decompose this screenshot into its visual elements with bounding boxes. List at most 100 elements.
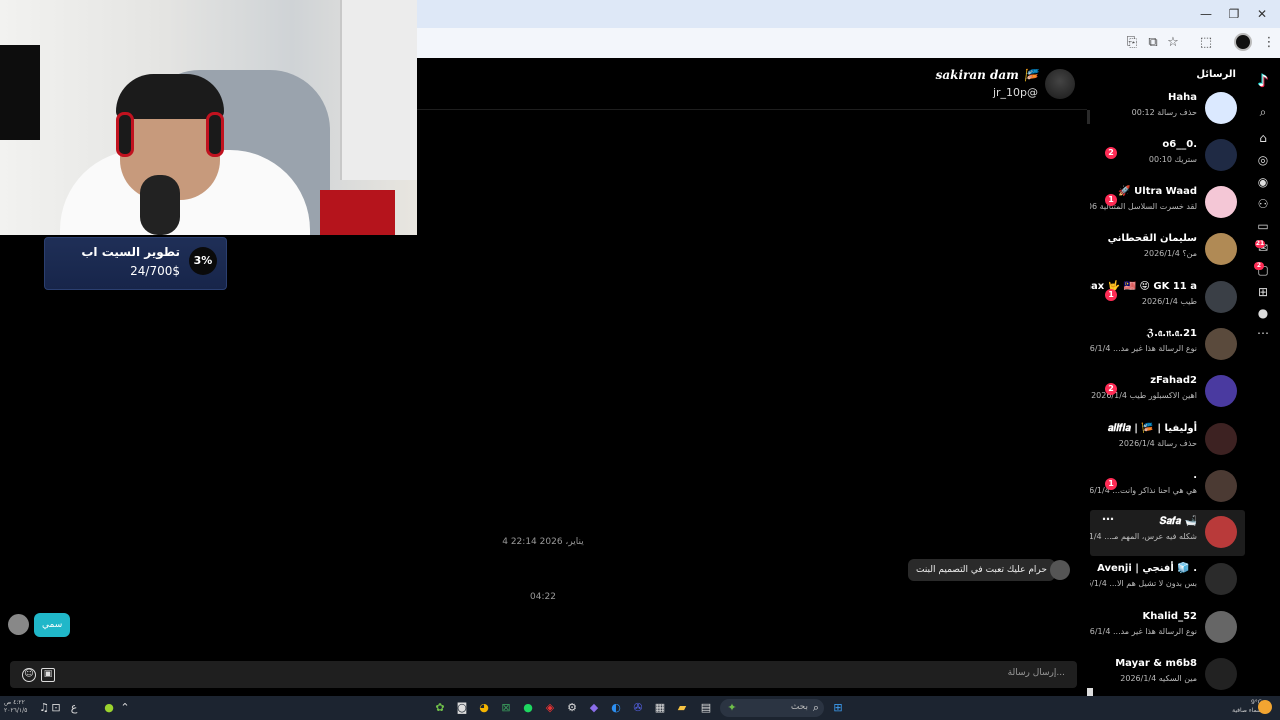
conversation-avatar[interactable]: [1205, 423, 1237, 455]
menu-dots-icon[interactable]: ⋮: [1259, 33, 1279, 53]
upload-icon[interactable]: ⊞: [1254, 283, 1272, 301]
taskbar-files-icon[interactable]: ▰: [674, 700, 690, 716]
cast-icon[interactable]: ⧉: [1143, 33, 1163, 53]
taskbar-xbox-icon[interactable]: ⊠: [498, 700, 514, 716]
tray-chevron-icon[interactable]: ⌃: [117, 700, 133, 716]
taskbar-notepad-icon[interactable]: ▤: [698, 700, 714, 716]
messages-badge: 2: [1254, 262, 1264, 270]
conversation-item[interactable]: max 🤟 🇲🇾 😝 GK 11 a طيب 2026/1/4 1: [1090, 275, 1245, 321]
weather-temp: 9°C: [1250, 699, 1262, 706]
explore-icon[interactable]: ◎: [1254, 151, 1272, 169]
emoji-icon[interactable]: ☺: [22, 668, 36, 682]
conversation-options-icon[interactable]: ⋯: [1102, 512, 1114, 526]
conversation-item[interactable]: 🚀 Ultra Waadلقد خسرت السلاسل المتتالية 0…: [1090, 180, 1245, 226]
conversation-preview: من؟ 2026/1/4: [1143, 249, 1197, 258]
taskbar-clock[interactable]: ٤:٢٢ ص ٢٠٢٦/١/٥: [4, 699, 38, 715]
taskbar-spotify-icon[interactable]: ●: [520, 700, 536, 716]
conversation-name: سليمان القحطاني: [1107, 233, 1197, 244]
webcam-monitor: [0, 45, 40, 140]
translate-icon[interactable]: ⎘: [1122, 33, 1142, 53]
taskbar-app2-icon[interactable]: ◈: [542, 700, 558, 716]
network-icon[interactable]: ⊡: [48, 700, 64, 716]
close-icon[interactable]: ✕: [1248, 4, 1276, 24]
maximize-icon[interactable]: ❐: [1220, 4, 1248, 24]
date-separator: 4 يناير، 2026 22:14: [502, 537, 584, 547]
conversation-avatar[interactable]: [1205, 139, 1237, 171]
messages-title: الرسائل: [1196, 69, 1236, 80]
conversation-avatar[interactable]: [1205, 375, 1237, 407]
chat-header-divider: [417, 109, 1087, 110]
search-icon[interactable]: ⌕: [1254, 103, 1272, 121]
tiktok-logo-icon[interactable]: ♪: [1254, 71, 1272, 90]
conversation-item[interactable]: سليمان القحطاني من؟ 2026/1/4: [1090, 227, 1245, 273]
profile-avatar[interactable]: [1234, 33, 1252, 51]
conversation-avatar[interactable]: [1205, 611, 1237, 643]
taskbar-edge-icon[interactable]: ◐: [608, 700, 624, 716]
taskbar-discord-icon[interactable]: ✇: [630, 700, 646, 716]
home-icon[interactable]: ⌂: [1254, 129, 1272, 147]
taskbar-app-icon[interactable]: ✿: [432, 700, 448, 716]
incoming-message-bubble[interactable]: حرام عليك تعبت في التصميم البنت: [908, 559, 1055, 581]
conversation-item[interactable]: Mayar & m6b8 مين السكيه 2026/1/4: [1090, 652, 1245, 698]
conversation-item[interactable]: Haha حذف رسالة 00:12: [1090, 86, 1245, 132]
chat-header-name[interactable]: sakiran dam 🎏: [870, 68, 1038, 82]
conversation-name: ℨ.𝔞.𝔫.𝔞.21: [1146, 328, 1197, 339]
image-upload-icon[interactable]: ▣: [41, 668, 55, 682]
conversation-item[interactable]: o6__0. ستريك 00:10 2: [1090, 133, 1245, 179]
conversation-item[interactable]: 𝑺𝒂𝒇𝒂 🛁شكله فيه عرس، المهم مـ... 2026/1/4…: [1090, 510, 1245, 556]
conversation-name: Khalid_52: [1142, 611, 1197, 622]
conversation-avatar[interactable]: [1205, 470, 1237, 502]
conversation-avatar[interactable]: [1205, 563, 1237, 595]
taskbar-search-icon[interactable]: ⌕: [808, 700, 824, 716]
list-scrollbar[interactable]: [1087, 688, 1093, 696]
conversation-avatar[interactable]: [1205, 281, 1237, 313]
taskbar-chrome-icon[interactable]: ◕: [476, 700, 492, 716]
outgoing-message-bubble[interactable]: سمي: [34, 613, 71, 637]
unread-badge: 1: [1105, 478, 1117, 490]
more-icon[interactable]: ⋯: [1254, 324, 1272, 342]
conversation-avatar[interactable]: [1205, 658, 1237, 690]
start-icon[interactable]: ⊞: [830, 700, 846, 716]
headset-right: [206, 112, 224, 157]
live-globe-icon[interactable]: ◉: [1254, 173, 1272, 191]
conversation-avatar[interactable]: [1205, 186, 1237, 218]
conversation-item[interactable]: ℨ.𝔞.𝔫.𝔞.21 نوع الرسالة هذا غير مد... 2026…: [1090, 322, 1245, 368]
following-icon[interactable]: ⚇: [1254, 195, 1272, 213]
minimize-icon[interactable]: —: [1192, 4, 1220, 24]
weather-moon-icon: [1258, 700, 1272, 714]
message-input-placeholder[interactable]: إرسال رسالة...: [900, 668, 1065, 678]
conversation-avatar[interactable]: [1205, 233, 1237, 265]
taskbar-obs-icon[interactable]: ◙: [454, 700, 470, 716]
inbox-badge: 21: [1255, 240, 1265, 248]
conversation-item[interactable]: 𝒂𝒍𝒊𝒇𝒊𝒂 | 🎏 | أوليفيا حذف رسالة 2026/1/4: [1090, 417, 1245, 463]
clock-date: ٢٠٢٦/١/٥: [4, 707, 28, 714]
extensions-icon[interactable]: ⬚: [1196, 33, 1216, 53]
conversation-avatar[interactable]: [1205, 328, 1237, 360]
tray-app-icon[interactable]: ●: [101, 700, 117, 716]
conversation-preview: نوع الرسالة هذا غير مد... 2026/1/4: [1090, 344, 1197, 353]
profile-icon[interactable]: ●: [1254, 304, 1272, 322]
conversation-item[interactable]: Avenji | أفنجي 🧊 . بس بدون لا تشيل هم الا…: [1090, 557, 1245, 603]
conversation-avatar[interactable]: [1205, 92, 1237, 124]
taskbar-store-icon[interactable]: ▦: [652, 700, 668, 716]
chat-header-username[interactable]: jr_10p@: [870, 86, 1038, 99]
bookmark-star-icon[interactable]: ☆: [1163, 33, 1183, 53]
conversation-name: Haha: [1168, 92, 1197, 103]
conversation-item[interactable]: zFahad2 اهين الاكسبلور طيب 2026/1/4 2: [1090, 369, 1245, 415]
taskbar-search-placeholder[interactable]: بحث: [760, 702, 808, 712]
unread-badge: 1: [1105, 194, 1117, 206]
taskbar-weather[interactable]: 9°C سماء صافية: [1222, 699, 1262, 715]
conversation-name: Mayar & m6b8: [1115, 658, 1197, 669]
conversation-item[interactable]: .هي هي احنا نذاكر وانت... 2026/1/41: [1090, 464, 1245, 510]
chat-header-avatar[interactable]: [1045, 69, 1075, 99]
sender-avatar[interactable]: [1050, 560, 1070, 580]
live-tv-icon[interactable]: ▭: [1254, 217, 1272, 235]
taskbar-app3-icon[interactable]: ◆: [586, 700, 602, 716]
my-avatar[interactable]: [8, 614, 29, 635]
conversation-avatar[interactable]: [1205, 516, 1237, 548]
webcam-overlay: [0, 0, 417, 235]
taskbar-steam-icon[interactable]: ⚙: [564, 700, 580, 716]
language-icon[interactable]: ع: [66, 700, 82, 716]
conversation-item[interactable]: Khalid_52 نوع الرسالة هذا غير مد... 2026/…: [1090, 605, 1245, 651]
headset-left: [116, 112, 134, 157]
